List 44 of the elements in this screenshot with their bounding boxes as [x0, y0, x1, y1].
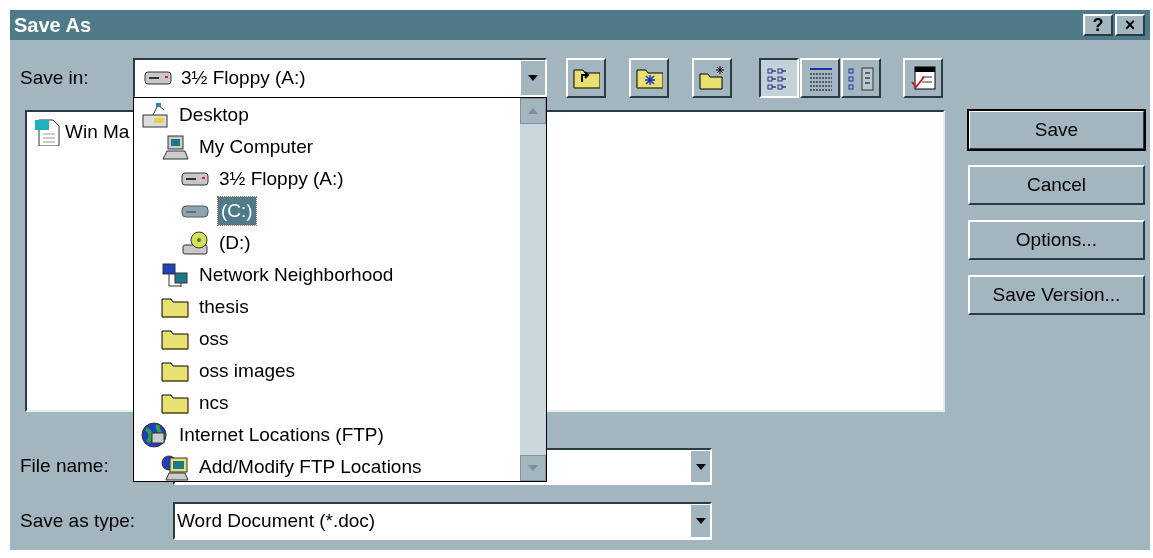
location-item[interactable]: (D:) [218, 228, 252, 258]
document-icon [33, 118, 63, 147]
save-in-label: Save in: [20, 65, 90, 90]
file-name[interactable]: Win Ma [65, 118, 130, 147]
location-item[interactable]: Add/Modify FTP Locations [198, 452, 423, 482]
save-in-dropdown[interactable]: 3½ Floppy (A:) [133, 58, 547, 98]
save-as-type-value: Word Document (*.doc) [177, 508, 377, 533]
properties-view-button[interactable] [841, 58, 881, 98]
desktop-icon [140, 101, 170, 129]
new-folder-icon [698, 64, 726, 92]
file-name-label: File name: [20, 454, 110, 479]
properties-view-icon [847, 64, 875, 92]
starred-folder-button[interactable] [629, 58, 669, 98]
location-item[interactable]: My Computer [198, 132, 315, 162]
details-view-button[interactable] [800, 58, 840, 98]
globe-icon [140, 421, 170, 449]
location-item[interactable]: ncs [198, 388, 230, 418]
save-as-type-dropdown[interactable]: Word Document (*.doc) [173, 502, 712, 540]
checklist-button[interactable] [903, 58, 943, 98]
cd-drive-icon [180, 229, 210, 257]
new-folder-button[interactable] [692, 58, 732, 98]
location-item[interactable]: oss images [198, 356, 297, 386]
location-item[interactable]: Internet Locations (FTP) [178, 420, 385, 450]
network-icon [160, 261, 190, 289]
help-button[interactable]: ? [1083, 14, 1113, 36]
dialog-button[interactable]: Save Version... [968, 275, 1145, 315]
dialog-button[interactable]: Options... [968, 220, 1145, 260]
checklist-icon [909, 64, 937, 92]
dialog-button[interactable]: Save [968, 110, 1145, 150]
close-button[interactable]: × [1115, 14, 1145, 36]
save-in-value: 3½ Floppy (A:) [181, 65, 307, 90]
location-item[interactable]: (C:) [218, 196, 256, 226]
save-as-type-label: Save as type: [20, 508, 137, 533]
location-item[interactable]: thesis [198, 292, 250, 322]
up-folder-button[interactable] [566, 58, 606, 98]
location-item[interactable]: Network Neighborhood [198, 260, 395, 290]
dialog-button[interactable]: Cancel [968, 165, 1145, 205]
computer-icon [160, 133, 190, 161]
window-title: Save As [14, 13, 92, 38]
list-view-button[interactable] [759, 58, 799, 98]
location-item[interactable]: Desktop [178, 100, 250, 130]
location-item[interactable]: oss [198, 324, 230, 354]
location-item[interactable]: 3½ Floppy (A:) [218, 164, 345, 194]
globe-computer-icon [160, 453, 190, 481]
